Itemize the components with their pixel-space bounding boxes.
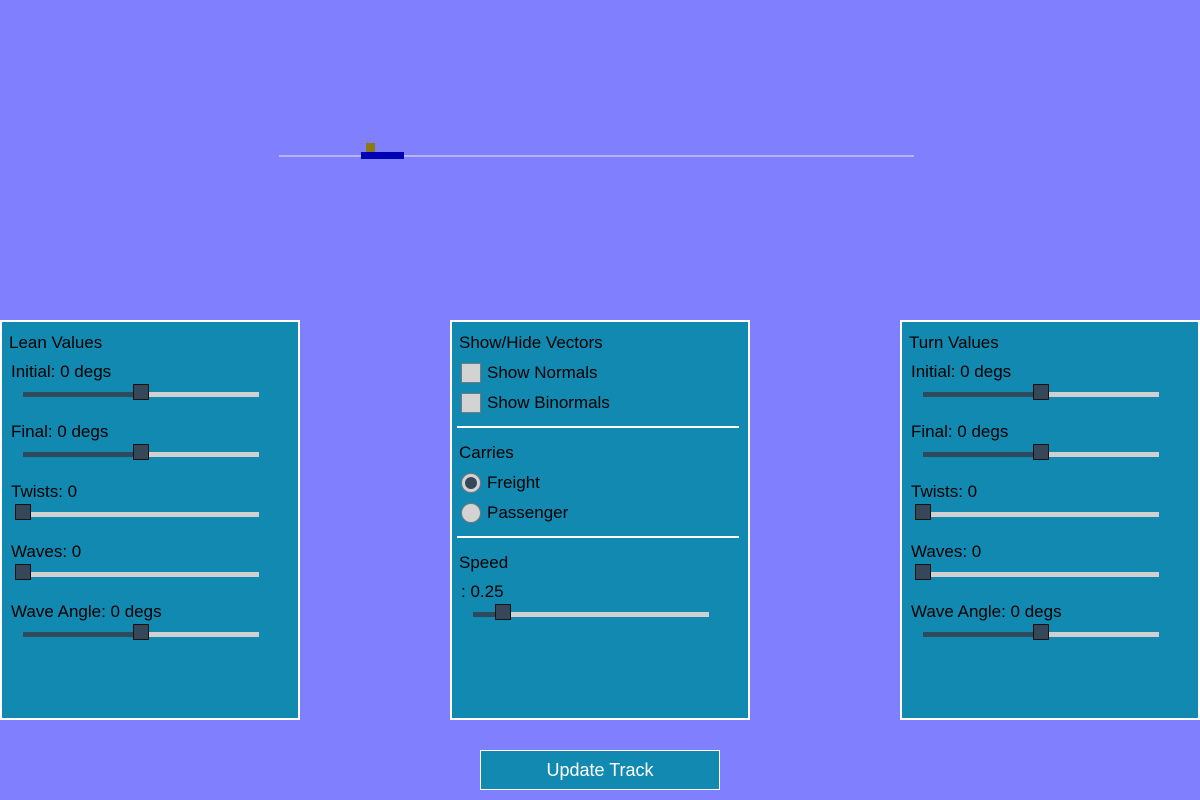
slider-thumb[interactable] xyxy=(15,564,31,580)
turn-initial-slider[interactable] xyxy=(923,384,1159,400)
vectors-panel: Show/Hide Vectors Show Normals Show Bino… xyxy=(450,320,750,720)
show-normals-option[interactable]: Show Normals xyxy=(461,362,598,384)
passenger-label: Passenger xyxy=(487,503,569,522)
turn-waves-slider-group: Waves: 0 xyxy=(911,542,1171,592)
slider-fill xyxy=(923,452,1041,457)
show-binormals-label: Show Binormals xyxy=(487,393,610,412)
lean-waves-slider-group: Waves: 0 xyxy=(11,542,271,592)
turn-values-title: Turn Values xyxy=(909,333,999,352)
lean-twists-slider[interactable] xyxy=(15,504,259,520)
turn-twists-label: Twists: 0 xyxy=(911,482,978,501)
show-normals-checkbox[interactable] xyxy=(461,363,481,383)
lean-waves-label: Waves: 0 xyxy=(11,542,82,561)
speed-label: : 0.25 xyxy=(461,582,504,601)
speed-slider[interactable] xyxy=(473,604,709,620)
lean-final-slider-group: Final: 0 degs xyxy=(11,422,271,472)
lean-initial-label: Initial: 0 degs xyxy=(11,362,112,381)
lean-twists-slider-group: Twists: 0 xyxy=(11,482,271,532)
turn-initial-label: Initial: 0 degs xyxy=(911,362,1012,381)
lean-wave-angle-slider[interactable] xyxy=(23,624,259,640)
slider-fill xyxy=(23,452,141,457)
turn-twists-slider[interactable] xyxy=(915,504,1159,520)
coaster-car xyxy=(361,152,404,159)
speed-slider-group: : 0.25 xyxy=(461,582,721,632)
coaster-cargo xyxy=(366,143,375,152)
show-binormals-checkbox[interactable] xyxy=(461,393,481,413)
lean-values-panel: Lean Values Initial: 0 degs Final: 0 deg… xyxy=(0,320,300,720)
turn-initial-slider-group: Initial: 0 degs xyxy=(911,362,1171,412)
slider-thumb[interactable] xyxy=(1033,444,1049,460)
passenger-option[interactable]: Passenger xyxy=(461,502,568,524)
divider xyxy=(457,426,739,428)
lean-final-slider[interactable] xyxy=(23,444,259,460)
track-scene-svg xyxy=(279,143,914,159)
turn-wave-angle-label: Wave Angle: 0 degs xyxy=(911,602,1062,621)
turn-final-slider[interactable] xyxy=(923,444,1159,460)
turn-final-slider-group: Final: 0 degs xyxy=(911,422,1171,472)
lean-twists-label: Twists: 0 xyxy=(11,482,78,501)
slider-fill xyxy=(923,632,1041,637)
slider-fill xyxy=(23,392,141,397)
lean-final-label: Final: 0 degs xyxy=(11,422,109,441)
passenger-radio[interactable] xyxy=(461,503,481,523)
turn-final-label: Final: 0 degs xyxy=(911,422,1009,441)
track-scene-canvas[interactable] xyxy=(0,0,1200,320)
divider xyxy=(457,536,739,538)
show-normals-label: Show Normals xyxy=(487,363,598,382)
slider-thumb[interactable] xyxy=(494,604,511,620)
turn-twists-slider-group: Twists: 0 xyxy=(911,482,1171,532)
freight-label: Freight xyxy=(487,473,540,492)
show-binormals-option[interactable]: Show Binormals xyxy=(461,392,610,414)
slider-thumb[interactable] xyxy=(133,444,149,460)
freight-option[interactable]: Freight xyxy=(461,472,540,494)
freight-radio[interactable] xyxy=(461,473,481,493)
turn-wave-angle-slider[interactable] xyxy=(923,624,1159,640)
turn-wave-angle-slider-group: Wave Angle: 0 degs xyxy=(911,602,1171,652)
turn-waves-slider[interactable] xyxy=(915,564,1159,580)
carries-title: Carries xyxy=(459,443,514,462)
lean-wave-angle-slider-group: Wave Angle: 0 degs xyxy=(11,602,271,652)
lean-initial-slider-group: Initial: 0 degs xyxy=(11,362,271,412)
turn-values-panel: Turn Values Initial: 0 degs Final: 0 deg… xyxy=(900,320,1200,720)
slider-thumb[interactable] xyxy=(1033,624,1049,640)
speed-title: Speed xyxy=(459,553,509,572)
slider-thumb[interactable] xyxy=(15,504,31,520)
slider-thumb[interactable] xyxy=(133,384,149,400)
slider-fill xyxy=(923,392,1041,397)
slider-thumb[interactable] xyxy=(1033,384,1049,400)
slider-thumb[interactable] xyxy=(133,624,149,640)
update-track-button[interactable]: Update Track xyxy=(480,750,720,790)
lean-waves-slider[interactable] xyxy=(15,564,259,580)
vectors-title: Show/Hide Vectors xyxy=(459,333,603,352)
lean-initial-slider[interactable] xyxy=(23,384,259,400)
slider-thumb[interactable] xyxy=(915,564,931,580)
lean-wave-angle-label: Wave Angle: 0 degs xyxy=(11,602,162,621)
slider-thumb[interactable] xyxy=(915,504,931,520)
lean-values-title: Lean Values xyxy=(9,333,103,352)
turn-waves-label: Waves: 0 xyxy=(911,542,982,561)
slider-fill xyxy=(23,632,141,637)
